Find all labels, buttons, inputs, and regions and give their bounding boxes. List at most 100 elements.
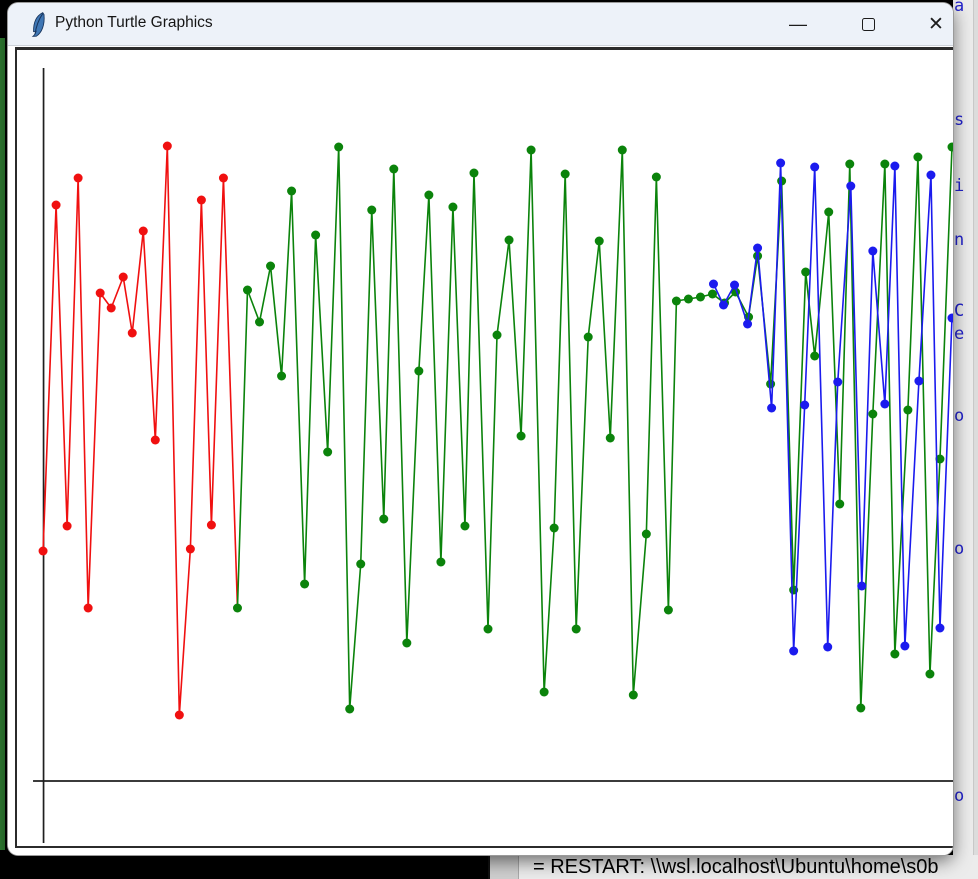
- shell-restart-text: = RESTART: \\wsl.localhost\Ubuntu\home\s…: [533, 856, 939, 879]
- series-green-line: [237, 147, 952, 709]
- data-point: [517, 432, 526, 441]
- code-text-fragment: o: [954, 539, 964, 559]
- data-point: [845, 160, 854, 169]
- data-point: [856, 704, 865, 713]
- desktop: asinCeooo = RESTART: \\wsl.localhost\Ubu…: [0, 0, 978, 879]
- data-point: [824, 208, 833, 217]
- data-point: [233, 604, 242, 613]
- idle-scrollbar-corner: [488, 855, 519, 879]
- data-point: [266, 262, 275, 271]
- data-point: [323, 448, 332, 457]
- data-point: [835, 500, 844, 509]
- data-point: [767, 404, 776, 413]
- data-point: [469, 169, 478, 178]
- data-point: [139, 227, 148, 236]
- maximize-button[interactable]: [847, 3, 889, 45]
- data-point: [743, 320, 752, 329]
- title-bar[interactable]: Python Turtle Graphics — ✕: [8, 3, 953, 46]
- series-green: [233, 143, 953, 714]
- data-point: [618, 146, 627, 155]
- data-point: [460, 522, 469, 531]
- data-point: [300, 580, 309, 589]
- data-point: [74, 174, 83, 183]
- canvas-frame: [15, 47, 953, 848]
- data-point: [800, 401, 809, 410]
- data-point: [52, 201, 61, 210]
- series-blue-line: [713, 163, 952, 651]
- data-point: [708, 290, 717, 299]
- data-point: [789, 647, 798, 656]
- data-point: [833, 378, 842, 387]
- data-point: [753, 244, 762, 253]
- data-point: [606, 434, 615, 443]
- data-point: [719, 301, 728, 310]
- data-point: [389, 165, 398, 174]
- data-point: [96, 289, 105, 298]
- turtle-graphics-window: Python Turtle Graphics — ✕: [8, 3, 953, 855]
- window-title: Python Turtle Graphics: [55, 14, 213, 32]
- data-point: [696, 293, 705, 302]
- data-point: [584, 333, 593, 342]
- data-point: [672, 297, 681, 306]
- turtle-canvas: [17, 50, 953, 846]
- data-point: [151, 436, 160, 445]
- data-point: [243, 286, 252, 295]
- code-text-fragment: o: [954, 786, 964, 806]
- data-point: [709, 280, 718, 289]
- data-point: [219, 174, 228, 183]
- data-point: [345, 705, 354, 714]
- series-connector: [223, 178, 237, 608]
- code-text-fragment: e: [954, 324, 964, 344]
- data-point: [84, 604, 93, 613]
- data-point: [880, 160, 889, 169]
- code-text-fragment: C: [954, 301, 964, 321]
- data-point: [540, 688, 549, 697]
- idle-scrollbar-edge: [973, 0, 978, 879]
- background-green-sliver: [0, 38, 5, 850]
- data-point: [207, 521, 216, 530]
- data-point: [595, 237, 604, 246]
- data-point: [414, 367, 423, 376]
- data-point: [255, 318, 264, 327]
- close-icon: ✕: [928, 13, 944, 36]
- data-point: [311, 231, 320, 240]
- data-point: [730, 281, 739, 290]
- data-point: [175, 711, 184, 720]
- data-point: [801, 268, 810, 277]
- data-point: [868, 247, 877, 256]
- data-point: [128, 329, 137, 338]
- data-point: [925, 670, 934, 679]
- data-point: [947, 314, 953, 323]
- data-point: [926, 171, 935, 180]
- series-red: [39, 142, 228, 720]
- python-feather-icon: [29, 12, 48, 37]
- data-point: [913, 153, 922, 162]
- close-button[interactable]: ✕: [915, 3, 953, 45]
- data-point: [642, 530, 651, 539]
- minimize-button[interactable]: —: [777, 3, 819, 45]
- data-point: [186, 545, 195, 554]
- data-point: [277, 372, 286, 381]
- background-idle-shell-strip: = RESTART: \\wsl.localhost\Ubuntu\home\s…: [488, 855, 978, 879]
- data-point: [776, 159, 785, 168]
- data-point: [572, 625, 581, 634]
- data-point: [163, 142, 172, 151]
- data-point: [379, 515, 388, 524]
- data-point: [766, 380, 775, 389]
- data-point: [810, 352, 819, 361]
- data-point: [550, 524, 559, 533]
- data-point: [63, 522, 72, 531]
- data-point: [493, 331, 502, 340]
- maximize-icon: [862, 18, 875, 31]
- data-point: [935, 624, 944, 633]
- data-point: [890, 162, 899, 171]
- data-point: [890, 650, 899, 659]
- code-text-fragment: n: [954, 230, 964, 250]
- data-point: [914, 377, 923, 386]
- series-blue: [709, 159, 953, 656]
- data-point: [448, 203, 457, 212]
- data-point: [436, 558, 445, 567]
- data-point: [846, 182, 855, 191]
- data-point: [947, 143, 953, 152]
- data-point: [900, 642, 909, 651]
